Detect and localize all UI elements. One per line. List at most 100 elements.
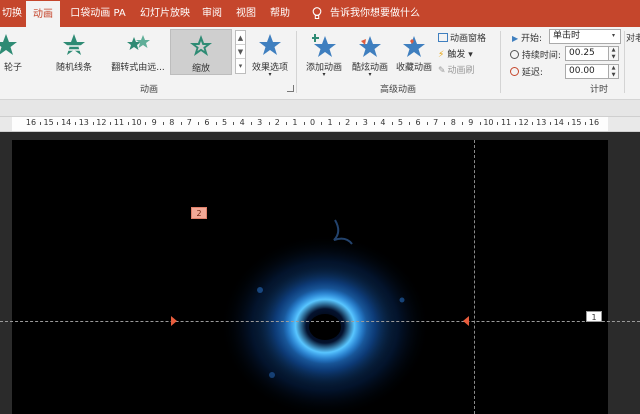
ribbon-panel: 轮子 随机线条 翻转式由远... 缩放 ▲ ▼ ▾ 效果选项 ▾ 动画 添加动画… [0, 27, 640, 100]
ruler-tick [303, 122, 305, 125]
horizontal-ruler[interactable]: 16 15 14 13 12 11 10 9 8 7 6 5 4 3 2 1 0 1 2 3 4 5 6 7 8 9 10 11 12 1… [0, 116, 640, 132]
delay-label: 延迟: [521, 68, 543, 78]
ruler-tick [162, 122, 164, 125]
ruler-tick [338, 122, 340, 125]
animation-random-lines[interactable]: 随机线条 [50, 29, 98, 75]
animation-order-tag[interactable]: 2 [191, 207, 207, 219]
tell-me-search[interactable]: 告诉我你想要做什么 [330, 0, 420, 27]
ruler-tick-label: 2 [345, 118, 351, 127]
tab-pocket-animation[interactable]: 口袋动画 PA [66, 0, 130, 27]
cool-animation-button[interactable]: 酷炫动画 ▾ [348, 29, 392, 79]
ruler-tick-label: 13 [78, 118, 89, 127]
gallery-more-icon[interactable]: ▾ [236, 59, 245, 73]
ruler-tick [497, 122, 499, 125]
clock-icon [510, 50, 519, 59]
star-flip-icon [127, 35, 150, 50]
energy-orb-graphic [220, 219, 430, 414]
animation-pane-button[interactable]: 动画窗格 [438, 31, 486, 44]
ribbon-separator [624, 31, 625, 93]
gallery-scroll-down-icon[interactable]: ▼ [236, 45, 245, 59]
ribbon-ruler-gap [0, 100, 640, 116]
ruler-tick-label: 5 [397, 118, 404, 127]
ruler-tick-label: 9 [151, 118, 157, 127]
ruler-tick [74, 122, 76, 125]
animation-wheel-label: 轮子 [3, 63, 22, 73]
ruler-tick [268, 122, 270, 125]
ruler-tick-label: 4 [239, 118, 245, 127]
ruler-tick-label: 10 [131, 118, 142, 127]
ruler-tick-label: 15 [571, 118, 582, 127]
ruler-tick-label: 12 [518, 118, 529, 127]
animation-flip[interactable]: 翻转式由远... [108, 29, 168, 75]
trigger-button[interactable]: ⚡ 触发 ▾ [438, 47, 473, 60]
ruler-tick [444, 122, 446, 125]
vertical-guide-line[interactable] [474, 140, 475, 414]
animation-zoom[interactable]: 缩放 [170, 29, 232, 75]
brush-icon: ✎ [438, 66, 446, 76]
reorder-animation-label[interactable]: 对老 [626, 31, 640, 44]
slide-canvas[interactable] [12, 140, 608, 414]
horizontal-guide-line[interactable] [0, 321, 640, 322]
ruler-tick-label: 14 [553, 118, 564, 127]
ruler-tick-label: 6 [204, 118, 210, 127]
ruler-tick [532, 122, 534, 125]
motion-path-start-marker[interactable] [171, 316, 177, 326]
animation-painter-button[interactable]: ✎ 动画刷 [438, 63, 475, 76]
duration-spinner[interactable]: ▲ ▼ [609, 46, 619, 61]
start-row: ▶ 开始: [512, 31, 542, 44]
ruler-tick-label: 8 [450, 118, 456, 127]
ruler-tick [145, 122, 147, 125]
effect-options-star-icon [259, 34, 281, 55]
delay-input[interactable]: 00.00 [565, 64, 609, 79]
group-launcher-icon[interactable] [287, 85, 294, 92]
ruler-tick-label: 5 [221, 118, 228, 127]
ruler-tick-label: 12 [96, 118, 107, 127]
ruler-tick [110, 122, 112, 125]
motion-path-end-marker[interactable] [463, 316, 469, 326]
ruler-tick [567, 122, 569, 125]
animation-zoom-label: 缩放 [191, 64, 210, 74]
animation-flip-label: 翻转式由远... [111, 63, 165, 73]
ruler-tick-label: 8 [169, 118, 175, 127]
ruler-tick [356, 122, 358, 125]
duration-row: 持续时间: [510, 48, 561, 61]
add-animation-button[interactable]: 添加动画 ▾ [302, 29, 346, 79]
animation-pane-label: 动画窗格 [450, 34, 487, 44]
animation-order-tag[interactable]: 1 [586, 311, 602, 322]
ribbon-separator [500, 31, 501, 93]
effect-options-button[interactable]: 效果选项 ▾ [248, 29, 292, 79]
ruler-tick [39, 122, 41, 125]
tab-animations[interactable]: 动画 [26, 0, 60, 27]
tab-review[interactable]: 审阅 [198, 0, 226, 27]
ruler-tick [550, 122, 552, 125]
ruler-tick-label: 11 [113, 118, 125, 127]
ruler-tick-label: 1 [292, 118, 298, 127]
start-label: 开始: [521, 34, 543, 44]
tab-transitions[interactable]: 切换 [0, 0, 24, 27]
ruler-tick-label: 13 [536, 118, 547, 127]
start-select[interactable]: 单击时 [549, 29, 621, 44]
chevron-down-icon[interactable]: ▾ [612, 32, 615, 39]
trigger-label: 触发 [447, 50, 466, 60]
ruler-tick [180, 122, 182, 125]
ruler-tick [585, 122, 587, 125]
animation-random-lines-label: 随机线条 [55, 63, 92, 73]
tab-help[interactable]: 帮助 [266, 0, 294, 27]
favorite-animation-button[interactable]: 收藏动画 [394, 29, 434, 79]
favorite-animation-label: 收藏动画 [395, 63, 432, 73]
ruler-tick-label: 4 [380, 118, 386, 127]
ruler-tick [92, 122, 94, 125]
tab-view[interactable]: 视图 [232, 0, 260, 27]
favorite-star-icon [403, 36, 425, 57]
delay-clock-icon [510, 67, 519, 76]
ruler-tick [57, 122, 59, 125]
gallery-scroll-up-icon[interactable]: ▲ [236, 31, 245, 45]
ruler-tick [250, 122, 252, 125]
duration-input[interactable]: 00.25 [565, 46, 609, 61]
gallery-scrollbar[interactable]: ▲ ▼ ▾ [235, 30, 246, 74]
animation-pane-icon [438, 33, 448, 42]
ruler-tick-label: 9 [468, 118, 474, 127]
animation-wheel[interactable]: 轮子 [0, 29, 26, 75]
tab-slideshow[interactable]: 幻灯片放映 [136, 0, 194, 27]
delay-spinner[interactable]: ▲ ▼ [609, 64, 619, 79]
